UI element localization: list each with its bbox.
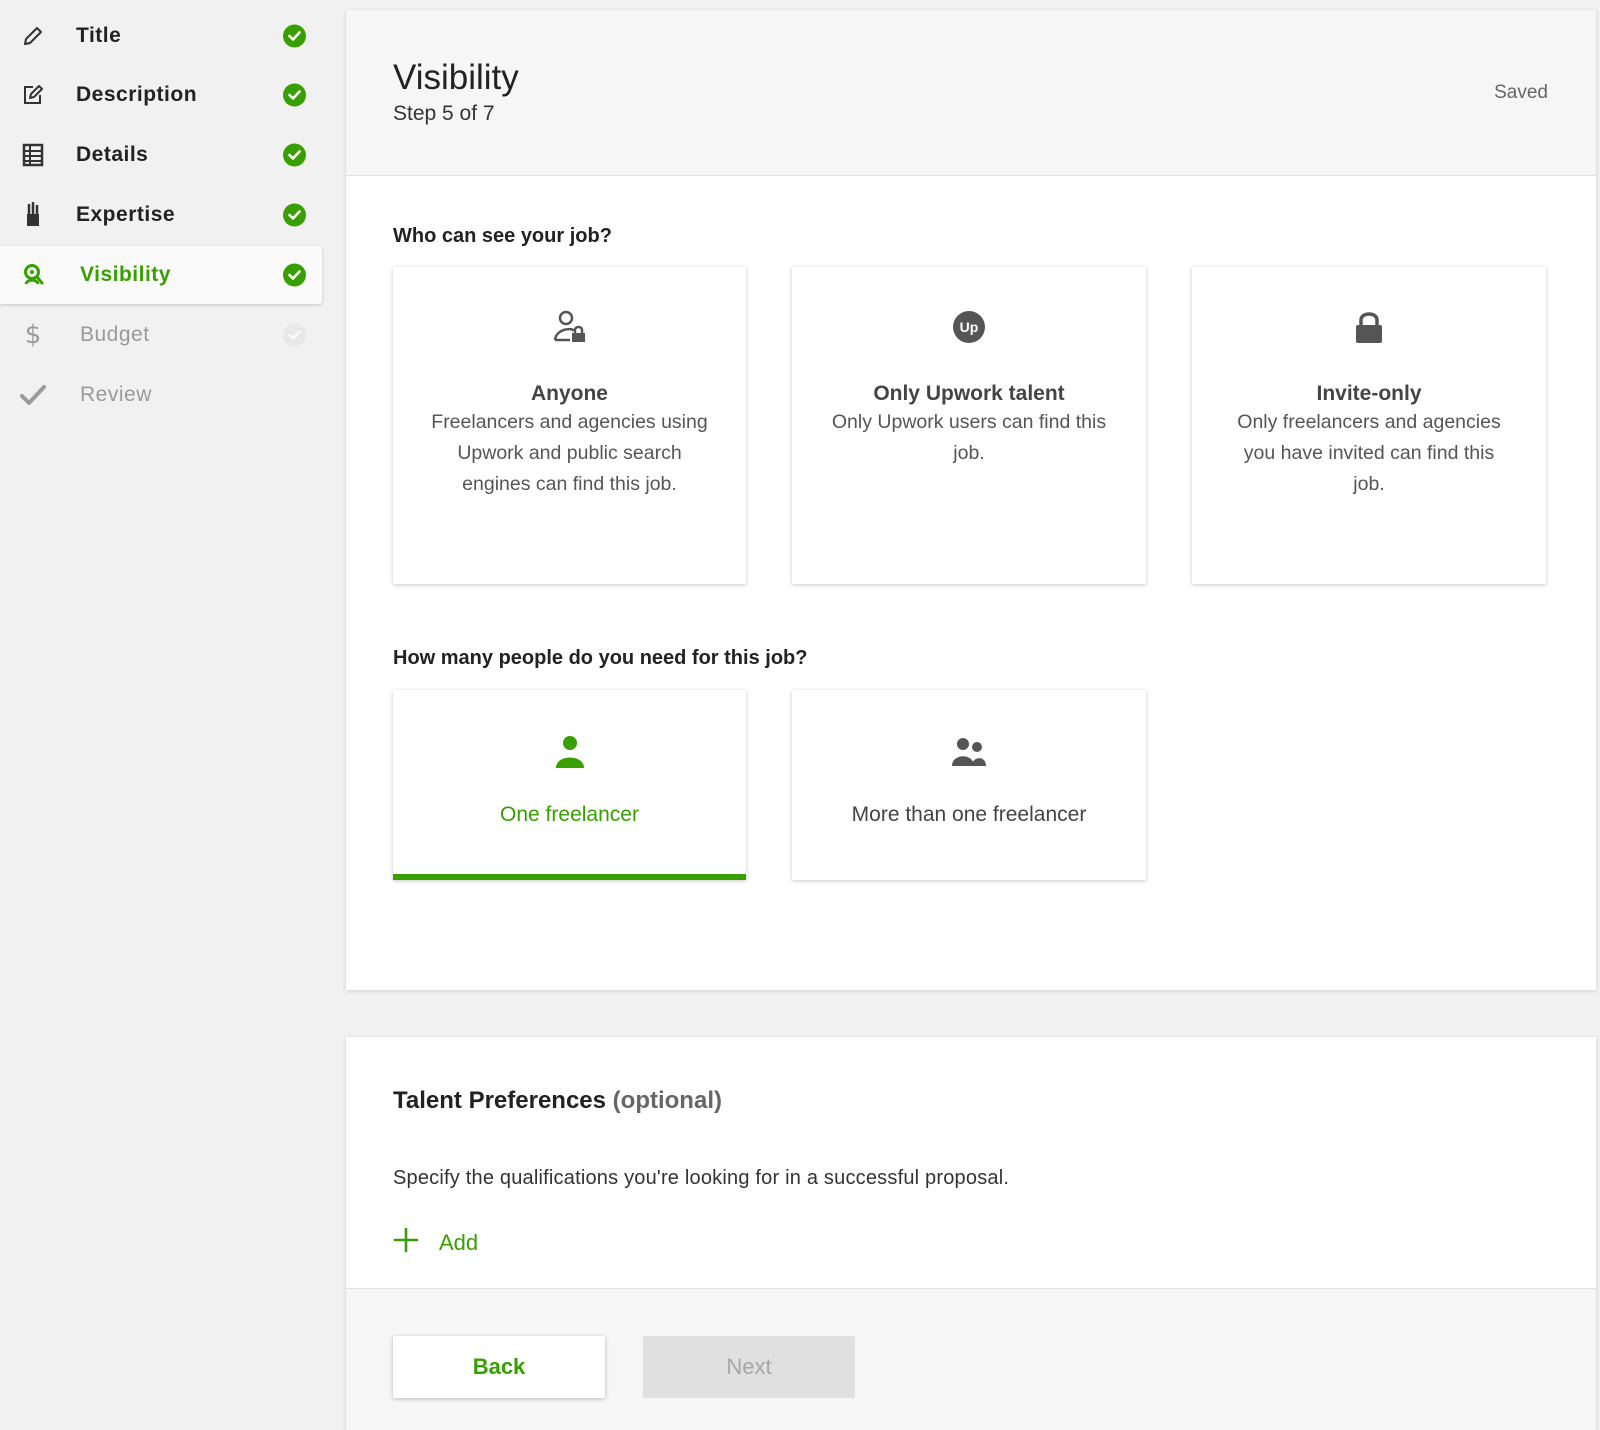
sidebar-item-label: Details — [76, 143, 149, 166]
card-header: Visibility Step 5 of 7 Saved — [346, 10, 1596, 176]
check-circle-icon — [283, 24, 306, 48]
step-indicator: Step 5 of 7 — [393, 102, 495, 125]
svg-text:Up: Up — [960, 319, 979, 335]
talent-preferences-description: Specify the qualifications you're lookin… — [393, 1167, 1010, 1189]
talent-preferences-card: Talent Preferences (optional) Specify th… — [346, 1037, 1596, 1430]
dollar-icon: $ — [24, 320, 42, 350]
visibility-icon — [20, 262, 46, 288]
selected-indicator — [393, 874, 746, 880]
pencil-icon — [20, 23, 46, 49]
visibility-option-anyone[interactable]: Anyone Freelancers and agencies using Up… — [393, 267, 746, 584]
option-title: More than one freelancer — [851, 803, 1087, 826]
check-circle-icon — [283, 203, 306, 227]
sidebar-item-label: Visibility — [80, 263, 171, 286]
sidebar-item-details[interactable]: Details — [0, 126, 322, 184]
talent-preferences-title: Talent Preferences (optional) — [393, 1087, 722, 1115]
add-label: Add — [439, 1229, 479, 1255]
brush-icon — [20, 202, 46, 228]
page-title: Visibility — [393, 58, 519, 97]
public-user-icon — [550, 307, 590, 347]
check-circle-icon — [283, 83, 306, 107]
option-title: Only Upwork talent — [873, 382, 1065, 405]
option-description: Only Upwork users can find this job. — [831, 411, 1107, 464]
check-circle-icon — [283, 263, 306, 287]
visibility-question: Who can see your job? — [393, 225, 612, 247]
sidebar-item-title[interactable]: Title — [0, 7, 322, 65]
next-button[interactable]: Next — [643, 1336, 855, 1398]
visibility-card: Visibility Step 5 of 7 Saved Who can see… — [346, 10, 1596, 990]
optional-label: (optional) — [612, 1087, 722, 1114]
plus-icon — [393, 1227, 419, 1258]
sidebar-item-description[interactable]: Description — [0, 66, 322, 124]
talent-preferences-heading: Talent Preferences — [393, 1087, 606, 1114]
sidebar-item-label: Budget — [80, 323, 150, 346]
visibility-option-invite-only[interactable]: Invite-only Only freelancers and agencie… — [1192, 267, 1546, 584]
people-option-one-freelancer[interactable]: One freelancer — [393, 690, 746, 880]
save-status: Saved — [1494, 82, 1548, 103]
sidebar-item-budget[interactable]: $ Budget — [0, 306, 322, 364]
sidebar-item-label: Description — [76, 83, 198, 106]
sidebar-item-label: Title — [76, 24, 122, 47]
sidebar-item-review[interactable]: Review — [0, 366, 322, 424]
edit-icon — [20, 82, 46, 108]
single-person-icon — [550, 732, 590, 772]
option-title: Anyone — [530, 382, 608, 405]
check-circle-icon — [283, 143, 306, 167]
sidebar-item-label: Review — [80, 383, 152, 406]
sidebar-item-label: Expertise — [76, 203, 176, 226]
add-preference-link[interactable]: Add — [393, 1227, 478, 1258]
checkmark-icon — [20, 382, 46, 408]
footer-actions: Back Next — [346, 1288, 1596, 1430]
visibility-option-upwork-talent[interactable]: Up Only Upwork talent Only Upwork users … — [792, 267, 1146, 584]
upwork-logo-icon: Up — [949, 307, 989, 347]
people-option-multiple-freelancers[interactable]: More than one freelancer — [792, 690, 1146, 880]
option-title: Invite-only — [1316, 382, 1422, 405]
back-button[interactable]: Back — [393, 1336, 605, 1398]
group-icon — [949, 732, 989, 772]
list-icon — [20, 142, 46, 168]
lock-icon — [1349, 307, 1389, 347]
sidebar-item-expertise[interactable]: Expertise — [0, 186, 322, 244]
people-question: How many people do you need for this job… — [393, 647, 808, 669]
option-description: Freelancers and agencies using Upwork an… — [431, 411, 708, 495]
option-title: One freelancer — [500, 803, 639, 826]
sidebar-item-visibility[interactable]: Visibility — [0, 246, 322, 304]
check-circle-icon — [283, 323, 306, 347]
option-description: Only freelancers and agencies you have i… — [1237, 411, 1501, 495]
